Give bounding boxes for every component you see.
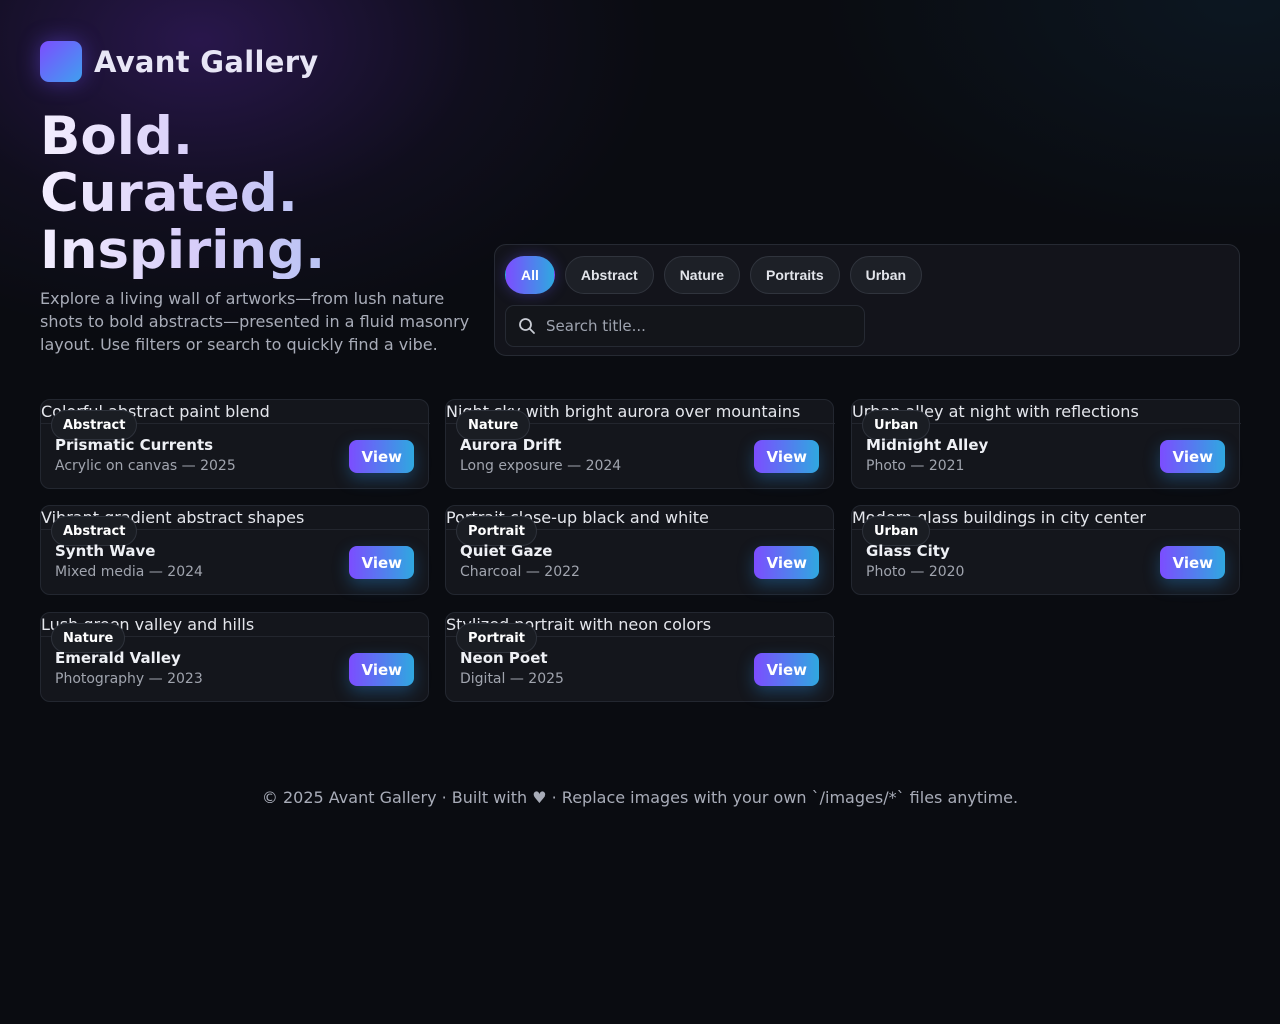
view-button[interactable]: View: [1160, 440, 1225, 473]
brand: Avant Gallery: [40, 41, 319, 82]
footer-text: © 2025 Avant Gallery · Built with ♥ · Re…: [261, 788, 1019, 807]
filter-chip-urban[interactable]: Urban: [849, 256, 923, 294]
card-title: Synth Wave: [55, 542, 156, 560]
card-title: Glass City: [866, 542, 950, 560]
card-meta: Photography — 2023: [55, 671, 203, 687]
view-button[interactable]: View: [349, 440, 414, 473]
card-meta: Charcoal — 2022: [460, 564, 580, 580]
card-meta: Digital — 2025: [460, 671, 564, 687]
brand-name: Avant Gallery: [94, 44, 319, 79]
card-meta: Photo — 2020: [866, 564, 965, 580]
card-title: Midnight Alley: [866, 436, 989, 454]
filter-chip-nature[interactable]: Nature: [663, 256, 741, 294]
view-button[interactable]: View: [754, 546, 819, 579]
art-card[interactable]: Stylized portrait with neon colors Portr…: [445, 612, 835, 702]
filter-panel: All Abstract Nature Portraits Urban: [494, 244, 1240, 356]
view-button[interactable]: View: [754, 653, 819, 686]
view-button[interactable]: View: [1160, 546, 1225, 579]
search-input[interactable]: [546, 317, 846, 335]
filter-chips: All Abstract Nature Portraits Urban: [505, 256, 932, 294]
search-icon: [519, 318, 535, 334]
art-card[interactable]: Colorful abstract paint blend Abstract P…: [40, 399, 430, 489]
card-title: Quiet Gaze: [460, 542, 553, 560]
card-meta: Photo — 2021: [866, 458, 965, 474]
card-title: Neon Poet: [460, 649, 548, 667]
art-card[interactable]: Modern glass buildings in city center Ur…: [851, 505, 1241, 595]
art-card[interactable]: Urban alley at night with reflections Ur…: [851, 399, 1241, 489]
filter-chip-portraits[interactable]: Portraits: [750, 256, 840, 294]
hero-line-2: Curated.: [40, 165, 325, 222]
card-title: Aurora Drift: [460, 436, 562, 454]
hero-heading: Bold. Curated. Inspiring.: [40, 108, 325, 279]
logo-icon: [40, 41, 82, 82]
card-meta: Long exposure — 2024: [460, 458, 622, 474]
lead-text: Explore a living wall of artworks—from l…: [40, 289, 470, 354]
filter-chip-all[interactable]: All: [505, 256, 555, 294]
card-title: Prismatic Currents: [55, 436, 214, 454]
art-card[interactable]: Lush green valley and hills Nature Emera…: [40, 612, 430, 702]
card-meta: Mixed media — 2024: [55, 564, 203, 580]
view-button[interactable]: View: [349, 546, 414, 579]
hero-line-1: Bold.: [40, 108, 325, 165]
filter-chip-abstract[interactable]: Abstract: [564, 256, 654, 294]
view-button[interactable]: View: [349, 653, 414, 686]
card-meta: Acrylic on canvas — 2025: [55, 458, 236, 474]
search-box: [505, 305, 865, 347]
card-title: Emerald Valley: [55, 649, 181, 667]
hero-line-3: Inspiring.: [40, 220, 326, 281]
art-card[interactable]: Vibrant gradient abstract shapes Abstrac…: [40, 505, 430, 595]
art-card[interactable]: Portrait close-up black and white Portra…: [445, 505, 835, 595]
view-button[interactable]: View: [754, 440, 819, 473]
art-card[interactable]: Night sky with bright aurora over mounta…: [445, 399, 835, 489]
